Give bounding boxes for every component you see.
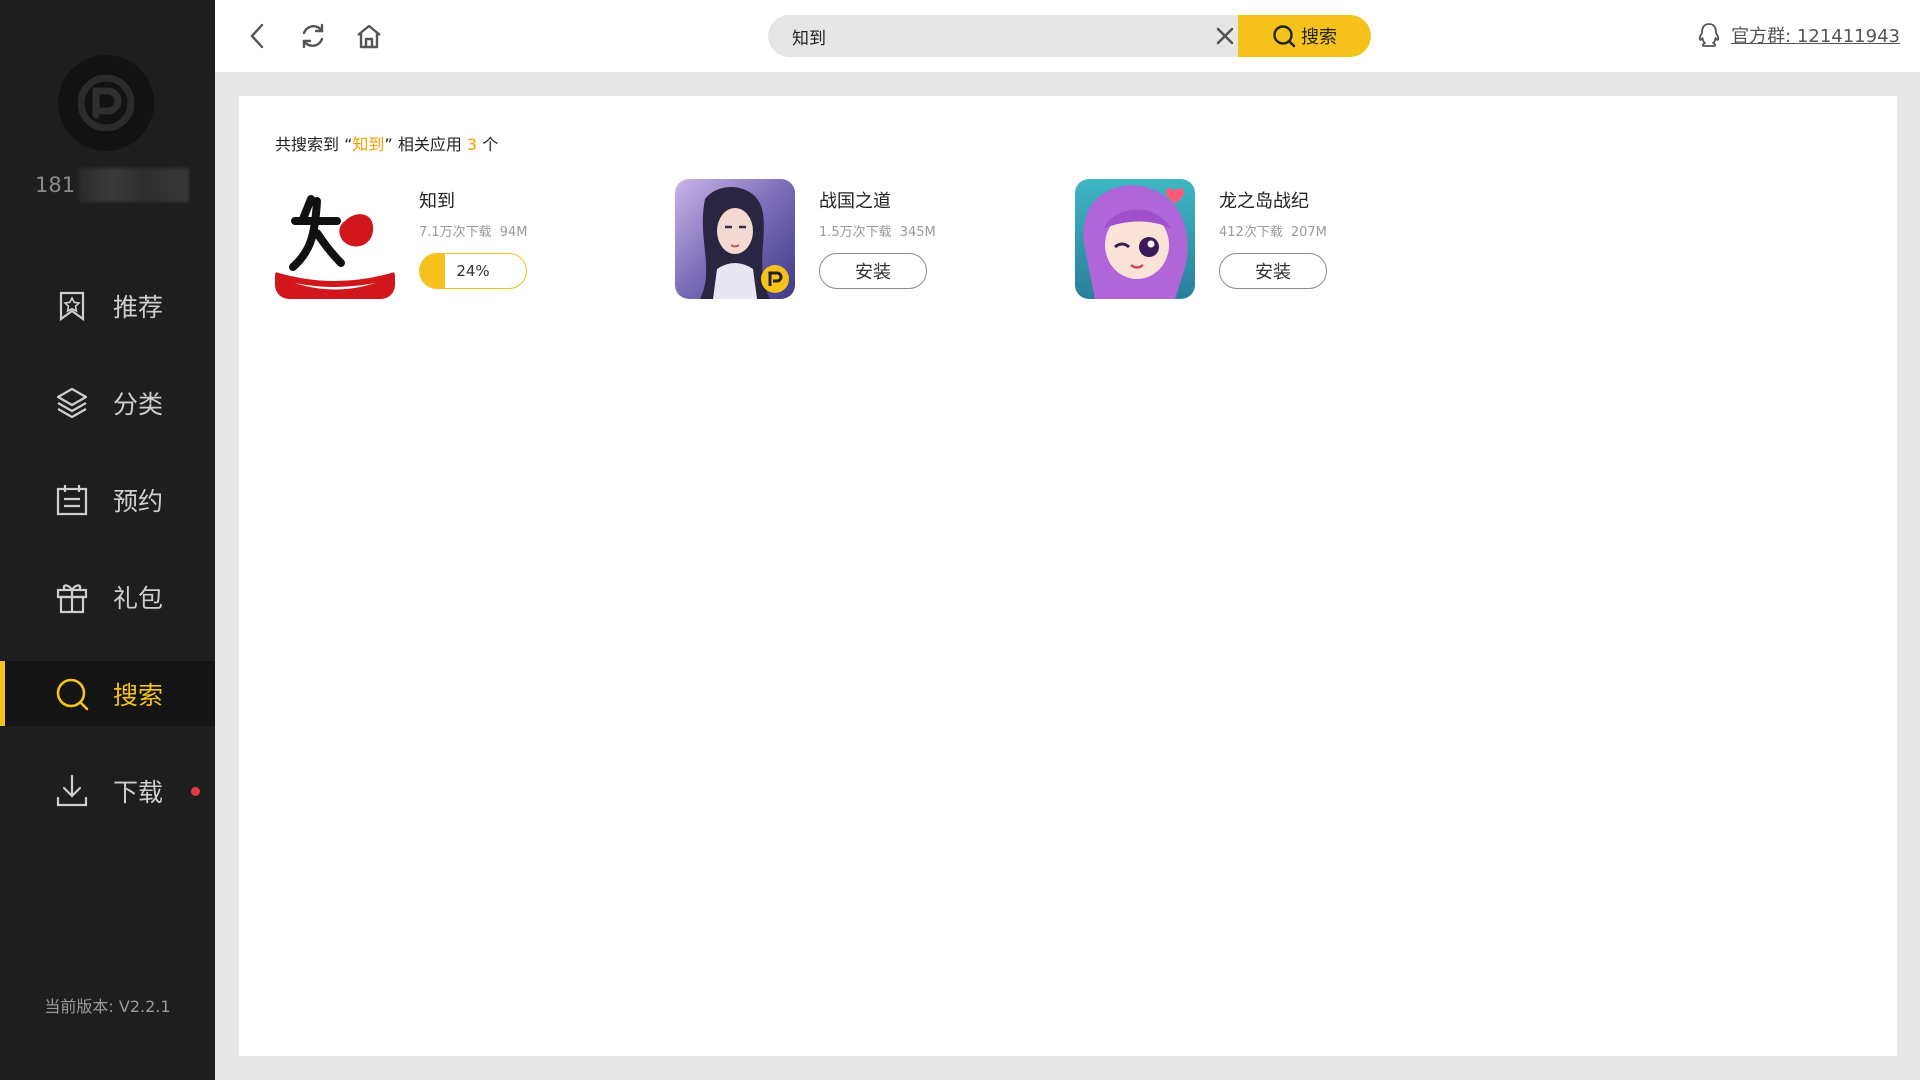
- summary-prefix: 共搜索到: [275, 135, 340, 154]
- progress-label: 24%: [456, 262, 490, 280]
- gift-icon: [55, 580, 89, 614]
- qq-icon: [1697, 22, 1721, 48]
- search-button[interactable]: 搜索: [1238, 15, 1371, 57]
- sidebar-item-label: 下载: [113, 777, 164, 807]
- sidebar-item-reserve[interactable]: 预约: [0, 467, 215, 532]
- top-bar: 搜索 官方群: 121411943: [215, 0, 1920, 72]
- user-id-text: 181: [35, 173, 76, 197]
- sidebar-item-label: 搜索: [113, 680, 164, 710]
- app-size: 94M: [499, 225, 528, 240]
- search-button-label: 搜索: [1301, 27, 1337, 48]
- install-button[interactable]: 安装: [1219, 253, 1327, 289]
- search-icon: [55, 677, 89, 711]
- sidebar-item-label: 推荐: [113, 292, 164, 322]
- summary-keyword: 知到: [352, 135, 385, 154]
- app-card[interactable]: 战国之道 1.5万次下载 345M 安装: [675, 179, 1075, 301]
- search-bar: 搜索: [768, 15, 1371, 57]
- back-button[interactable]: [240, 18, 276, 54]
- clear-search-button[interactable]: [1212, 23, 1238, 49]
- app-meta: 1.5万次下载 345M: [819, 221, 936, 240]
- download-progress-button[interactable]: 24%: [419, 253, 527, 289]
- search-input[interactable]: [768, 15, 1248, 57]
- summary-middle: 相关应用: [397, 135, 462, 154]
- search-results-panel: 共搜索到 “知到” 相关应用 3 个 知到 7.1万次下载 94M 24% 战国…: [239, 96, 1897, 1056]
- download-icon: [55, 774, 89, 808]
- layers-icon: [55, 386, 89, 420]
- install-button[interactable]: 安装: [819, 253, 927, 289]
- sidebar-item-download[interactable]: 下载: [0, 758, 215, 823]
- close-icon: [1216, 27, 1234, 45]
- chevron-left-icon: [250, 23, 264, 49]
- app-downloads: 1.5万次下载: [819, 225, 892, 240]
- app-name: 战国之道: [819, 191, 891, 212]
- app-size: 345M: [899, 225, 936, 240]
- search-icon: [1272, 24, 1296, 48]
- sidebar-item-gift[interactable]: 礼包: [0, 564, 215, 629]
- app-downloads: 7.1万次下载: [419, 225, 492, 240]
- calendar-icon: [55, 483, 89, 517]
- sidebar-item-label: 分类: [113, 389, 164, 419]
- summary-close-quote: ”: [384, 135, 393, 154]
- app-name: 知到: [419, 191, 455, 212]
- home-button[interactable]: [351, 18, 387, 54]
- app-downloads: 412次下载: [1219, 225, 1283, 240]
- bookmark-icon: [55, 289, 89, 323]
- sidebar-item-label: 预约: [113, 486, 164, 516]
- notification-dot: [191, 787, 200, 796]
- sidebar-item-recommend[interactable]: 推荐: [0, 273, 215, 338]
- refresh-button[interactable]: [295, 18, 331, 54]
- app-icon-zhanguozhidao[interactable]: [675, 179, 795, 299]
- official-group-text: 官方群: 121411943: [1731, 26, 1900, 47]
- results-summary: 共搜索到 “知到” 相关应用 3 个: [275, 131, 498, 155]
- app-icon-zhidao[interactable]: [275, 179, 395, 299]
- app-icon-longzhidao[interactable]: [1075, 179, 1195, 299]
- app-size: 207M: [1290, 225, 1327, 240]
- sidebar-item-search[interactable]: 搜索: [0, 661, 215, 726]
- sidebar: 181 推荐 分类 预约 礼包 搜索 下载 当前版本: V2.2.1: [0, 0, 215, 1080]
- user-id: 181: [35, 168, 190, 202]
- avatar[interactable]: [58, 55, 154, 151]
- home-icon: [357, 24, 381, 49]
- sidebar-nav: 推荐 分类 预约 礼包 搜索 下载: [0, 273, 215, 855]
- summary-suffix: 个: [482, 135, 499, 154]
- sidebar-item-label: 礼包: [113, 583, 164, 613]
- app-card[interactable]: 龙之岛战纪 412次下载 207M 安装: [1075, 179, 1475, 301]
- summary-count: 3: [466, 135, 478, 154]
- masked-user-id: [79, 168, 190, 202]
- app-logo-icon: [78, 75, 134, 131]
- refresh-icon: [302, 23, 324, 49]
- sidebar-item-category[interactable]: 分类: [0, 370, 215, 435]
- app-card[interactable]: 知到 7.1万次下载 94M 24%: [275, 179, 675, 301]
- app-meta: 412次下载 207M: [1219, 221, 1327, 240]
- official-group-link[interactable]: 官方群: 121411943: [1697, 22, 1900, 48]
- app-version: 当前版本: V2.2.1: [44, 997, 171, 1016]
- app-meta: 7.1万次下载 94M: [419, 221, 527, 240]
- app-name: 龙之岛战纪: [1219, 191, 1309, 212]
